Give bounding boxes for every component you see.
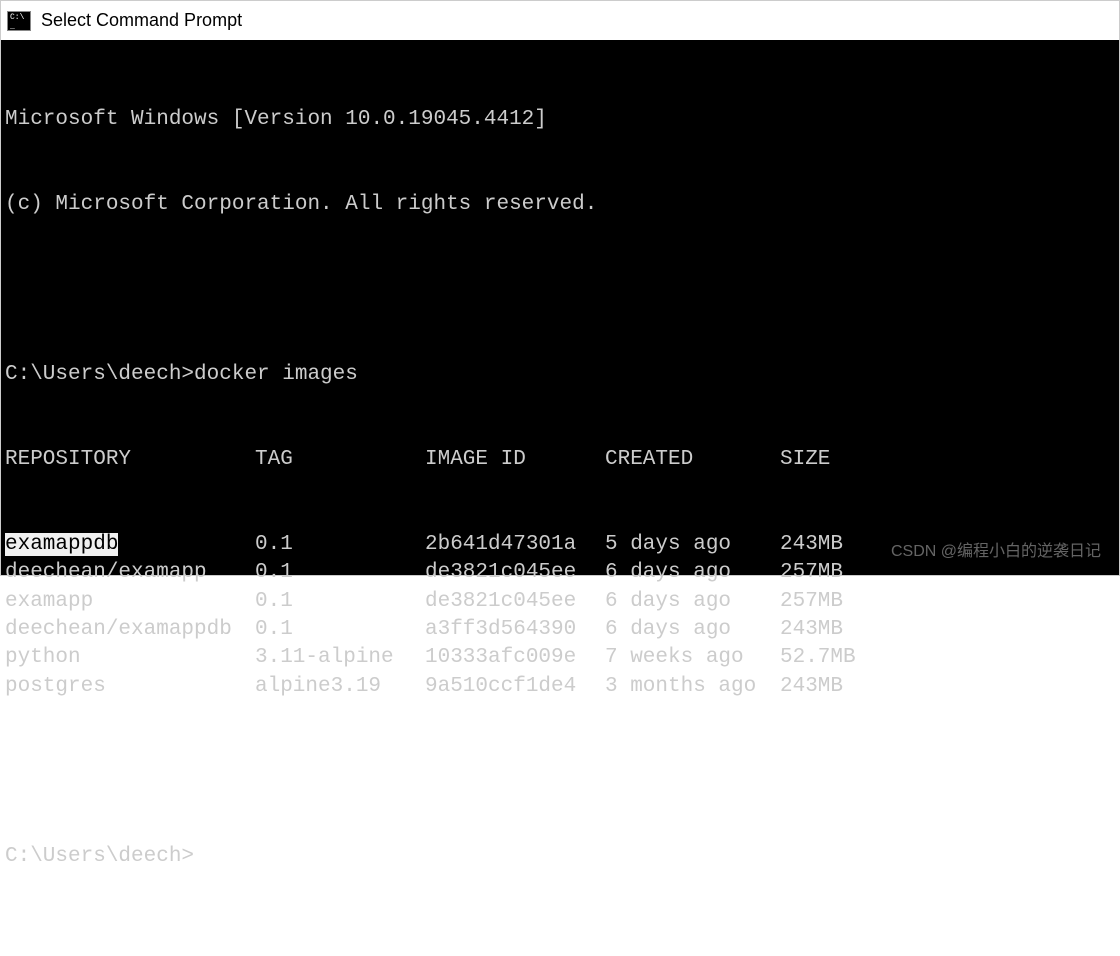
blank-line	[5, 758, 1115, 786]
header-size: SIZE	[780, 446, 1115, 474]
table-row: deechean/examappdb0.1a3ff3d5643906 days …	[5, 616, 1115, 644]
header-repository: REPOSITORY	[5, 446, 255, 474]
cell-image-id: 10333afc009e	[425, 644, 605, 672]
table-row: python3.11-alpine10333afc009e7 weeks ago…	[5, 644, 1115, 672]
banner-line-1: Microsoft Windows [Version 10.0.19045.44…	[5, 106, 1115, 134]
cell-size: 52.7MB	[780, 644, 1115, 672]
cmd-icon	[7, 11, 31, 31]
cell-created: 3 months ago	[605, 673, 780, 701]
header-image-id: IMAGE ID	[425, 446, 605, 474]
cell-size: 243MB	[780, 616, 1115, 644]
cell-repository: python	[5, 644, 255, 672]
cell-image-id: de3821c045ee	[425, 588, 605, 616]
cell-size: 257MB	[780, 559, 1115, 587]
table-row: examapp0.1de3821c045ee6 days ago257MB	[5, 588, 1115, 616]
window-title: Select Command Prompt	[41, 10, 242, 31]
watermark: CSDN @编程小白的逆袭日记	[891, 541, 1101, 563]
cell-repository: postgres	[5, 673, 255, 701]
cell-repository: deechean/examappdb	[5, 616, 255, 644]
cell-size: 243MB	[780, 673, 1115, 701]
selected-text: examappdb	[5, 533, 118, 556]
cell-tag: 0.1	[255, 616, 425, 644]
cell-size: 257MB	[780, 588, 1115, 616]
cell-image-id: de3821c045ee	[425, 559, 605, 587]
table-row: deechean/examapp0.1de3821c045ee6 days ag…	[5, 559, 1115, 587]
cell-image-id: 9a510ccf1de4	[425, 673, 605, 701]
cell-created: 5 days ago	[605, 531, 780, 559]
blank-line	[5, 276, 1115, 304]
cell-repository: examappdb	[5, 531, 255, 559]
terminal-area[interactable]: Microsoft Windows [Version 10.0.19045.44…	[1, 41, 1119, 575]
cell-tag: 0.1	[255, 559, 425, 587]
command-prompt-window: Select Command Prompt Microsoft Windows …	[0, 0, 1120, 576]
cell-tag: 3.11-alpine	[255, 644, 425, 672]
prompt-path: C:\Users\deech>	[5, 361, 194, 389]
cell-created: 7 weeks ago	[605, 644, 780, 672]
header-created: CREATED	[605, 446, 780, 474]
banner-line-2: (c) Microsoft Corporation. All rights re…	[5, 191, 1115, 219]
cell-created: 6 days ago	[605, 559, 780, 587]
cell-image-id: 2b641d47301a	[425, 531, 605, 559]
prompt-command: docker images	[194, 361, 358, 389]
cell-created: 6 days ago	[605, 616, 780, 644]
header-tag: TAG	[255, 446, 425, 474]
prompt-path: C:\Users\deech>	[5, 843, 194, 871]
cell-repository: deechean/examapp	[5, 559, 255, 587]
cell-tag: alpine3.19	[255, 673, 425, 701]
table-header: REPOSITORYTAGIMAGE IDCREATEDSIZE	[5, 446, 1115, 474]
titlebar[interactable]: Select Command Prompt	[1, 1, 1119, 41]
prompt-line-1: C:\Users\deech>docker images	[5, 361, 1115, 389]
cell-repository: examapp	[5, 588, 255, 616]
prompt-line-2[interactable]: C:\Users\deech>	[5, 843, 1115, 871]
cell-tag: 0.1	[255, 588, 425, 616]
cell-image-id: a3ff3d564390	[425, 616, 605, 644]
cell-tag: 0.1	[255, 531, 425, 559]
cell-created: 6 days ago	[605, 588, 780, 616]
table-row: postgresalpine3.199a510ccf1de43 months a…	[5, 673, 1115, 701]
